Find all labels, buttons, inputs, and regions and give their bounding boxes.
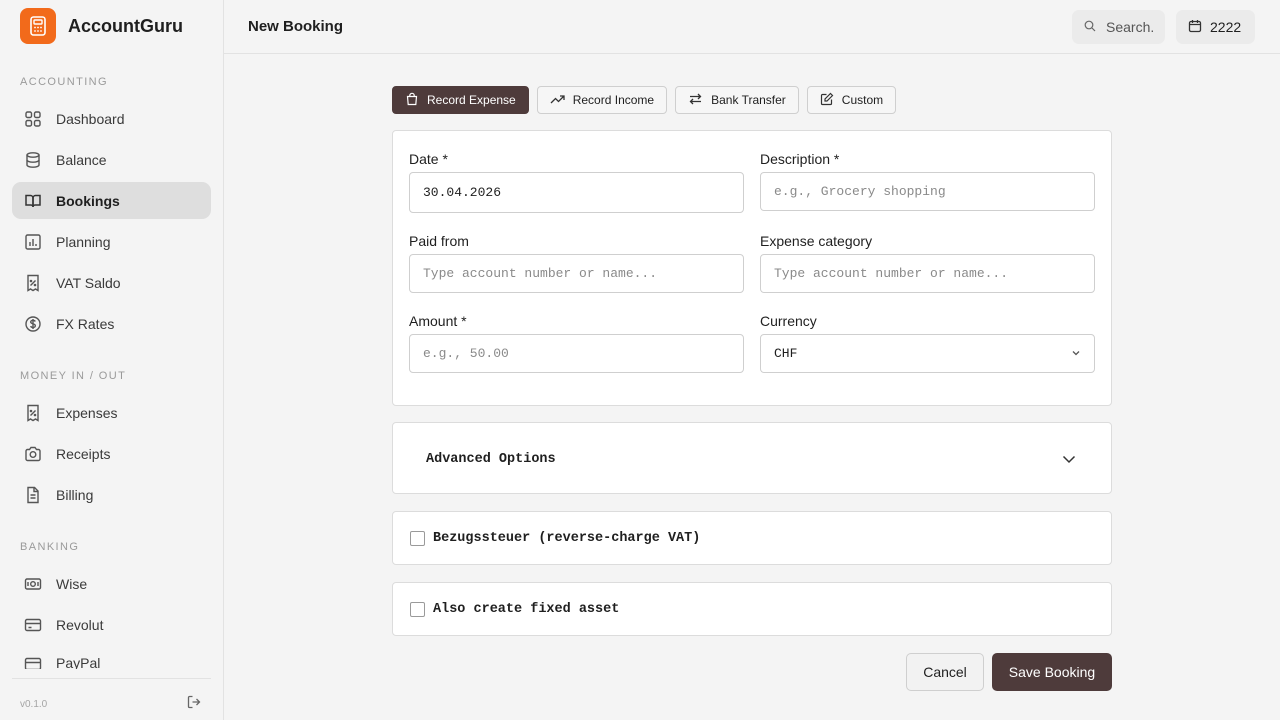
currency-value: CHF: [774, 346, 798, 361]
tab-record-income[interactable]: Record Income: [536, 86, 668, 114]
sidebar-item-balance[interactable]: Balance: [12, 141, 211, 178]
reverse-charge-checkbox[interactable]: [410, 531, 425, 546]
sidebar-item-revolut[interactable]: Revolut: [12, 606, 211, 643]
search-button[interactable]: Search.: [1072, 10, 1165, 44]
credit-card-icon: [24, 655, 42, 669]
sidebar-item-planning[interactable]: Planning: [12, 223, 211, 260]
sidebar-item-fx-rates[interactable]: FX Rates: [12, 305, 211, 342]
expense-category-field[interactable]: Type account number or name...: [760, 254, 1095, 293]
top-bar: New Booking Search. 2222: [224, 0, 1280, 54]
tab-label: Custom: [841, 93, 884, 107]
paid-from-field[interactable]: Type account number or name...: [409, 254, 744, 293]
cancel-button[interactable]: Cancel: [906, 653, 984, 691]
section-money-in-out: MONEY IN / OUT: [20, 370, 127, 382]
calculator-icon: [20, 8, 56, 44]
database-icon: [24, 151, 42, 169]
sidebar-item-billing[interactable]: Billing: [12, 476, 211, 513]
sidebar-item-vat-saldo[interactable]: VAT Saldo: [12, 264, 211, 301]
tab-record-expense[interactable]: Record Expense: [392, 86, 529, 114]
sidebar-item-bookings[interactable]: Bookings: [12, 182, 211, 219]
search-placeholder: Search.: [1106, 19, 1155, 35]
app-version: v0.1.0: [20, 699, 48, 710]
receipt-percent-icon: [24, 274, 42, 292]
dollar-circle-icon: [24, 315, 42, 333]
edit-icon: [820, 92, 834, 109]
reverse-charge-option: Bezugssteuer (reverse-charge VAT): [392, 511, 1112, 565]
chevron-down-icon: [1061, 451, 1077, 472]
paid-from-label: Paid from: [409, 233, 469, 249]
year-selector[interactable]: 2222: [1176, 10, 1255, 44]
tab-bank-transfer[interactable]: Bank Transfer: [675, 86, 799, 114]
chevron-down-icon: [1070, 347, 1082, 363]
sidebar-item-label: Revolut: [56, 616, 104, 633]
section-banking: BANKING: [20, 541, 80, 553]
tab-label: Record Expense: [427, 93, 516, 107]
sidebar-item-label: Billing: [56, 486, 94, 503]
amount-field[interactable]: e.g., 50.00: [409, 334, 744, 373]
sidebar-item-label: Bookings: [56, 192, 120, 209]
booking-type-tabs: Record Expense Record Income Bank Transf…: [392, 86, 897, 114]
shopping-bag-icon: [405, 92, 419, 109]
sidebar-item-expenses[interactable]: Expenses: [12, 394, 211, 431]
currency-select[interactable]: CHF: [760, 334, 1095, 373]
description-label: Description *: [760, 151, 840, 167]
credit-card-icon: [24, 616, 42, 634]
sidebar-item-label: Planning: [56, 233, 111, 250]
description-field[interactable]: e.g., Grocery shopping: [760, 172, 1095, 211]
date-label: Date *: [409, 151, 448, 167]
camera-icon: [24, 445, 42, 463]
page-title: New Booking: [248, 18, 344, 35]
sidebar-item-dashboard[interactable]: Dashboard: [12, 100, 211, 137]
fixed-asset-checkbox[interactable]: [410, 602, 425, 617]
book-icon: [24, 192, 42, 210]
logout-icon[interactable]: [187, 695, 201, 714]
booking-form: Date * 30.04.2026 Description * e.g., Gr…: [392, 130, 1112, 406]
banknote-icon: [24, 575, 42, 593]
save-booking-button[interactable]: Save Booking: [992, 653, 1112, 691]
calendar-icon: [1188, 19, 1202, 36]
search-icon: [1084, 19, 1096, 35]
amount-label: Amount *: [409, 313, 467, 329]
grid-icon: [24, 110, 42, 128]
fixed-asset-option: Also create fixed asset: [392, 582, 1112, 636]
sidebar-item-receipts[interactable]: Receipts: [12, 435, 211, 472]
reverse-charge-label[interactable]: Bezugssteuer (reverse-charge VAT): [433, 531, 700, 546]
tab-label: Bank Transfer: [711, 93, 786, 107]
section-accounting: ACCOUNTING: [20, 76, 108, 88]
year-value: 2222: [1210, 19, 1242, 35]
currency-label: Currency: [760, 313, 817, 329]
app-name: AccountGuru: [68, 15, 183, 36]
sidebar-item-label: PayPal: [56, 655, 101, 669]
sidebar-item-label: Dashboard: [56, 110, 125, 127]
trending-up-icon: [550, 92, 565, 109]
tab-custom[interactable]: Custom: [806, 86, 897, 114]
brand[interactable]: AccountGuru: [20, 8, 183, 44]
document-icon: [24, 486, 42, 504]
advanced-options-toggle[interactable]: Advanced Options: [392, 422, 1112, 494]
expense-category-label: Expense category: [760, 233, 873, 249]
sidebar-item-label: FX Rates: [56, 315, 115, 332]
sidebar-item-label: Receipts: [56, 445, 111, 462]
advanced-options-title: Advanced Options: [426, 452, 556, 467]
sidebar-item-label: Wise: [56, 575, 88, 592]
bar-chart-icon: [24, 233, 42, 251]
sidebar-item-wise[interactable]: Wise: [12, 565, 211, 602]
sidebar-item-label: Expenses: [56, 404, 118, 421]
sidebar-footer: v0.1.0: [12, 678, 211, 720]
sidebar: AccountGuru ACCOUNTING Dashboard Balance…: [0, 0, 224, 720]
sidebar-item-label: VAT Saldo: [56, 274, 121, 291]
tab-label: Record Income: [572, 93, 655, 107]
date-field[interactable]: 30.04.2026: [409, 172, 744, 213]
sidebar-item-paypal[interactable]: PayPal: [12, 647, 211, 669]
arrows-exchange-icon: [688, 92, 703, 109]
sidebar-item-label: Balance: [56, 151, 107, 168]
receipt-percent-icon: [24, 404, 42, 422]
fixed-asset-label[interactable]: Also create fixed asset: [433, 602, 619, 617]
